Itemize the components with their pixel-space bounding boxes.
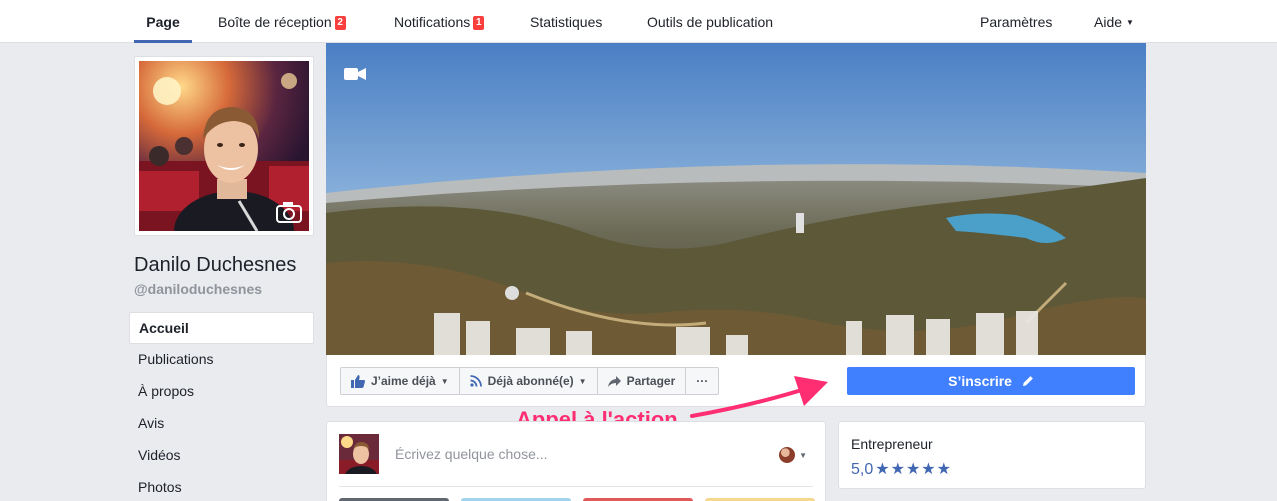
callout-arrow-icon: [690, 376, 828, 418]
tab-page-label: Page: [146, 14, 180, 30]
rss-icon: [470, 375, 482, 387]
sidebar-menu: Accueil Publications À propos Avis Vidéo…: [129, 312, 314, 501]
page-category[interactable]: Entrepreneur: [851, 436, 933, 452]
page-info-card: Entrepreneur 5,0 ★★★★★: [838, 421, 1146, 489]
sidebar-item-videos[interactable]: Vidéos: [129, 440, 314, 472]
cover-landscape-image: [326, 43, 1146, 355]
page-username[interactable]: @daniloduchesnes: [134, 281, 262, 297]
tab-inbox-label: Boîte de réception: [218, 14, 332, 30]
tab-statistics-label: Statistiques: [530, 14, 603, 30]
notifications-count-badge: 1: [473, 16, 485, 30]
top-navigation: Page Boîte de réception 2 Notifications 1 …: [0, 0, 1277, 43]
share-arrow-icon: [607, 375, 621, 387]
follow-button-label: Déjà abonné(e): [487, 374, 574, 388]
sidebar-item-photos[interactable]: Photos: [129, 472, 314, 501]
help-label: Aide: [1094, 14, 1123, 30]
chevron-down-icon: ▼: [440, 376, 449, 386]
cover-video[interactable]: [326, 43, 1146, 355]
tab-inbox[interactable]: Boîte de réception 2: [218, 0, 346, 43]
chevron-down-icon: ▼: [799, 450, 807, 460]
like-button-label: J’aime déjà: [371, 374, 436, 388]
share-button[interactable]: Partager: [596, 367, 687, 395]
tab-notifications-label: Notifications: [394, 14, 471, 30]
settings-link[interactable]: Paramètres: [980, 0, 1052, 43]
divider: [339, 486, 813, 487]
sidebar-item-posts[interactable]: Publications: [129, 344, 314, 376]
avatar: [339, 434, 379, 474]
sidebar-item-reviews[interactable]: Avis: [129, 408, 314, 440]
signup-cta-button[interactable]: S’inscrire: [847, 367, 1135, 395]
chevron-down-icon: ▼: [1126, 18, 1134, 27]
sidebar-item-home[interactable]: Accueil: [129, 312, 314, 344]
chevron-down-icon: ▼: [578, 376, 587, 386]
audience-selector[interactable]: ▼: [779, 447, 807, 463]
tab-publishing-tools[interactable]: Outils de publication: [647, 0, 773, 43]
rating-value: 5,0: [851, 461, 874, 478]
tab-statistics[interactable]: Statistiques: [530, 0, 602, 43]
composer-input[interactable]: Écrivez quelque chose...: [395, 446, 548, 462]
signup-cta-label: S’inscrire: [948, 373, 1012, 389]
avatar: [779, 447, 796, 463]
page-actions-group: J’aime déjà ▼ Déjà abonné(e) ▼ Partager …: [340, 367, 720, 395]
settings-label: Paramètres: [980, 14, 1053, 30]
profile-photo-image: [139, 61, 309, 231]
video-camera-icon: [344, 68, 366, 80]
like-button[interactable]: J’aime déjà ▼: [340, 367, 460, 395]
thumbs-up-icon: [351, 374, 365, 388]
pencil-icon[interactable]: [1022, 368, 1034, 396]
page-name: Danilo Duchesnes: [134, 254, 297, 276]
tab-page[interactable]: Page: [134, 0, 192, 43]
post-composer: Écrivez quelque chose... ▼: [326, 421, 826, 501]
profile-picture[interactable]: [134, 56, 314, 236]
tab-publishing-tools-label: Outils de publication: [647, 14, 774, 30]
inbox-count-badge: 2: [334, 16, 346, 30]
star-rating-icon: ★★★★★: [875, 461, 952, 478]
share-button-label: Partager: [626, 374, 676, 388]
help-menu[interactable]: Aide ▼: [1094, 0, 1134, 43]
rating-summary[interactable]: 5,0 ★★★★★: [851, 459, 952, 479]
sidebar-item-about[interactable]: À propos: [129, 376, 314, 408]
tab-notifications[interactable]: Notifications 1: [394, 0, 485, 43]
follow-button[interactable]: Déjà abonné(e) ▼: [458, 367, 598, 395]
